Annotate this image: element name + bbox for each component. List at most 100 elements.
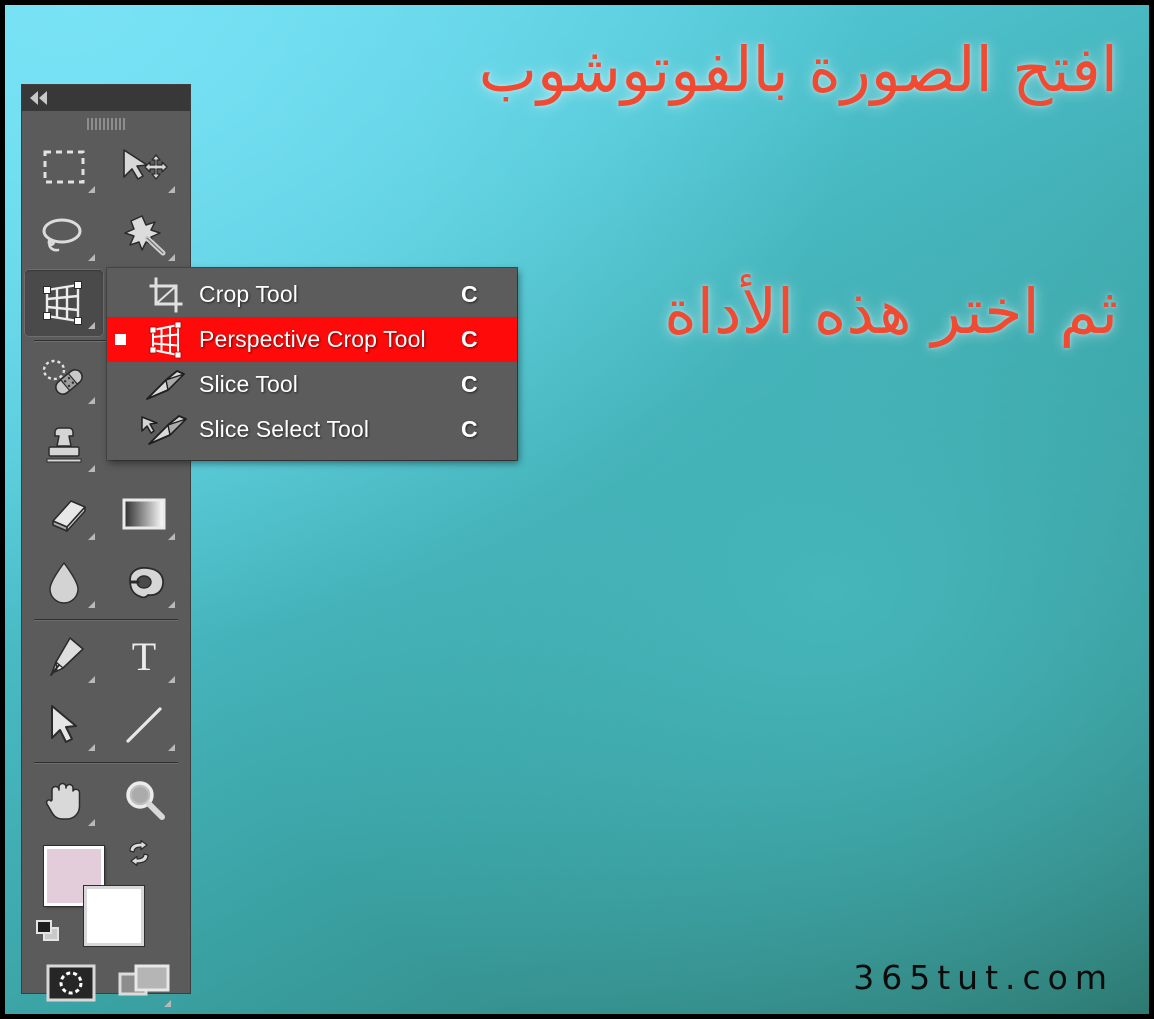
caption-open-image: افتح الصورة بالفوتوشوب <box>478 33 1118 106</box>
eraser-tool-icon <box>52 500 86 532</box>
magic-wand-icon <box>124 215 166 256</box>
flyout-triangle-icon <box>88 819 95 826</box>
menu-item-crop-tool[interactable]: Crop Tool C <box>107 272 517 317</box>
tool-dodge[interactable] <box>104 548 184 616</box>
flyout-triangle-icon <box>88 676 95 683</box>
slice-select-tool-icon <box>133 413 199 447</box>
spot-healing-brush-icon <box>42 359 83 395</box>
grip-bar <box>87 118 89 130</box>
tool-eraser[interactable] <box>24 480 104 548</box>
tool-group-navigation <box>22 766 190 834</box>
blur-tool-icon <box>49 561 79 604</box>
clone-stamp-icon <box>46 427 82 463</box>
tool-gradient[interactable] <box>104 480 184 548</box>
toolbar-collapse-button[interactable] <box>22 85 190 111</box>
flyout-triangle-icon <box>164 1000 171 1007</box>
menu-item-slice-select-tool[interactable]: Slice Select Tool C <box>107 407 517 452</box>
pen-tool-icon <box>50 637 84 676</box>
dodge-tool-icon <box>129 566 164 599</box>
menu-item-label: Crop Tool <box>199 281 298 307</box>
menu-item-shortcut: C <box>461 326 478 352</box>
swap-colors-icon[interactable] <box>126 840 152 866</box>
flyout-triangle-icon <box>88 254 95 261</box>
screenshot-root: افتح الصورة بالفوتوشوب ثم اختر هذه الأدا… <box>0 0 1154 1019</box>
perspective-crop-tool-icon <box>43 281 82 325</box>
color-swatch-area <box>22 834 190 954</box>
menu-item-label: Slice Tool <box>199 371 299 397</box>
menu-item-label: Slice Select Tool <box>199 416 370 442</box>
menu-item-shortcut: C <box>461 416 478 442</box>
flyout-triangle-icon <box>168 601 175 608</box>
zoom-tool-icon <box>126 781 165 820</box>
menu-bullet-selected <box>107 334 133 345</box>
panel-grip[interactable] <box>22 111 190 133</box>
flyout-triangle-icon <box>168 254 175 261</box>
flyout-triangle-icon <box>168 676 175 683</box>
tool-clone-stamp[interactable] <box>24 412 104 480</box>
menu-item-shortcut: C <box>461 371 478 397</box>
rectangular-marquee-icon <box>43 150 85 184</box>
flyout-triangle-icon <box>88 465 95 472</box>
flyout-triangle-icon <box>168 186 175 193</box>
grip-bar <box>91 118 93 130</box>
tool-perspective-crop[interactable] <box>24 269 104 337</box>
tool-spot-healing-brush[interactable] <box>24 344 104 412</box>
grip-bar <box>123 118 125 130</box>
menu-item-shortcut: C <box>461 281 478 307</box>
tool-group-vector: T <box>22 623 190 759</box>
svg-text:T: T <box>132 636 156 678</box>
grip-bar <box>95 118 97 130</box>
tool-move[interactable] <box>104 133 184 201</box>
toolbar-divider <box>34 762 178 763</box>
perspective-crop-tool-icon <box>133 321 199 359</box>
caption-choose-tool: ثم اختر هذه الأداة <box>664 275 1118 348</box>
lasso-tool-icon <box>42 218 82 252</box>
quick-mask-icon[interactable] <box>46 964 96 1002</box>
default-colors-icon[interactable] <box>36 920 60 942</box>
tool-flyout-menu: Crop Tool C Perspective Crop Tool C Slic… <box>107 268 517 460</box>
tool-rectangular-marquee[interactable] <box>24 133 104 201</box>
toolbar-divider <box>34 619 178 620</box>
grip-bar <box>111 118 113 130</box>
tool-zoom[interactable] <box>104 766 184 834</box>
grip-bar <box>119 118 121 130</box>
grip-bar <box>103 118 105 130</box>
line-tool-icon <box>126 707 162 743</box>
tool-line[interactable] <box>104 691 184 759</box>
grip-bar <box>99 118 101 130</box>
menu-item-label: Perspective Crop Tool <box>199 326 426 352</box>
grip-bar <box>115 118 117 130</box>
flyout-triangle-icon <box>88 744 95 751</box>
menu-item-slice-tool[interactable]: Slice Tool C <box>107 362 517 407</box>
chevron-left-icon <box>30 91 38 105</box>
flyout-triangle-icon <box>168 744 175 751</box>
chevron-left-icon-2 <box>39 91 47 105</box>
menu-item-perspective-crop-tool[interactable]: Perspective Crop Tool C <box>107 317 517 362</box>
slice-tool-icon <box>133 368 199 402</box>
tool-hand[interactable] <box>24 766 104 834</box>
flyout-triangle-icon[interactable] <box>88 322 95 329</box>
tool-horizontal-type[interactable]: T <box>104 623 184 691</box>
hand-tool-icon <box>45 782 81 820</box>
flyout-triangle-icon <box>88 186 95 193</box>
grip-bar <box>107 118 109 130</box>
flyout-triangle-icon <box>168 533 175 540</box>
tool-pen[interactable] <box>24 623 104 691</box>
gradient-tool-icon <box>122 498 166 530</box>
type-tool-icon: T <box>132 636 156 678</box>
screen-mode-icon[interactable] <box>118 962 172 1002</box>
path-selection-icon <box>51 705 77 743</box>
tool-lasso[interactable] <box>24 201 104 269</box>
flyout-triangle-icon <box>88 397 95 404</box>
photoshop-toolbar: T <box>22 85 190 1007</box>
flyout-triangle-icon <box>88 533 95 540</box>
site-watermark: 365tut.com <box>853 958 1114 997</box>
crop-tool-icon <box>133 277 199 313</box>
background-color-swatch[interactable] <box>83 885 145 947</box>
tool-blur[interactable] <box>24 548 104 616</box>
tool-magic-wand[interactable] <box>104 201 184 269</box>
flyout-triangle-icon <box>88 601 95 608</box>
move-tool-icon <box>123 149 168 180</box>
tool-path-selection[interactable] <box>24 691 104 759</box>
mode-buttons-area <box>22 954 190 1019</box>
